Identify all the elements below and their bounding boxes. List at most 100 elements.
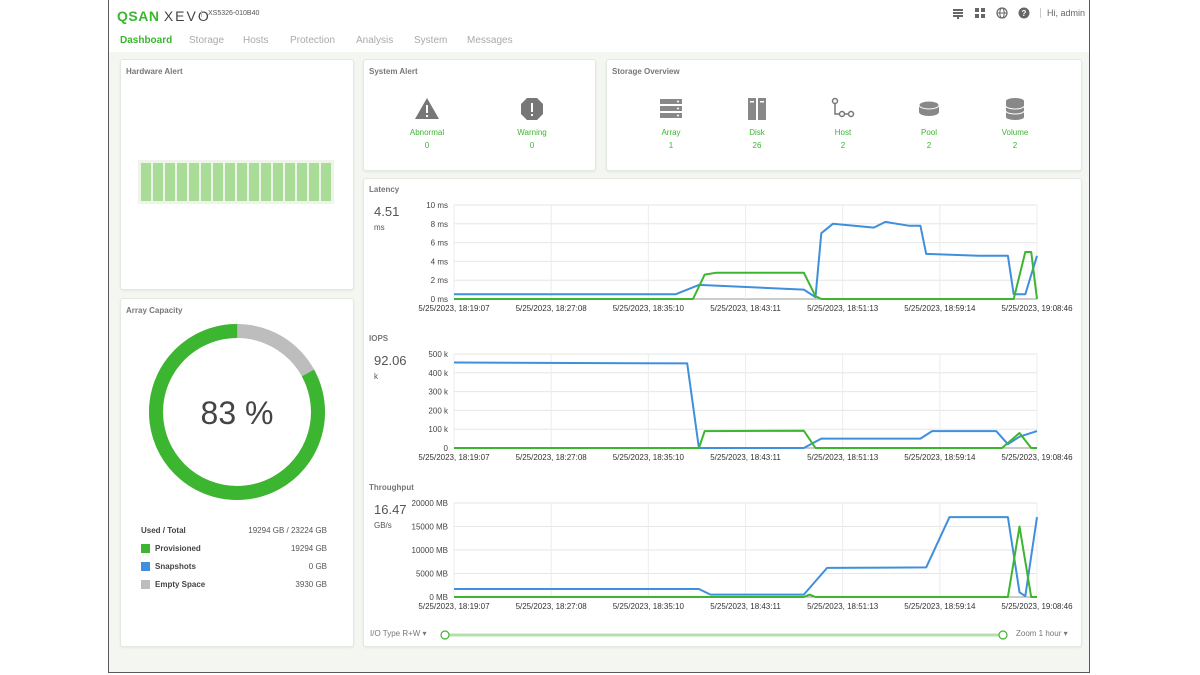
x-tick-label: 5/25/2023, 19:08:46 (1001, 304, 1073, 313)
pool-icon (918, 100, 940, 116)
alert-abnormal[interactable]: Abnormal 0 (387, 96, 467, 150)
storage-overview-title: Storage Overview (612, 67, 680, 76)
y-tick-label: 400 k (428, 369, 449, 378)
overview-label: Disk (749, 128, 765, 137)
legend-swatch (141, 580, 150, 589)
hardware-slot[interactable] (321, 163, 331, 201)
x-tick-label: 5/25/2023, 18:27:08 (516, 602, 588, 611)
hardware-slot[interactable] (237, 163, 247, 201)
legend-empty-space: Empty Space 3930 GB (141, 580, 327, 589)
legend-name: Empty Space (155, 580, 206, 589)
zoom-label: Zoom 1 hour (1016, 629, 1062, 638)
overview-count: 2 (926, 141, 932, 150)
x-tick-label: 5/25/2023, 18:43:11 (710, 602, 781, 611)
hardware-slot[interactable] (141, 163, 151, 201)
tab-protection[interactable]: Protection (290, 35, 335, 46)
model-label: XS5326-010B40 (201, 10, 259, 17)
hardware-alert-title: Hardware Alert (126, 67, 183, 76)
overview-count: 2 (840, 141, 846, 150)
x-tick-label: 5/25/2023, 18:27:08 (516, 453, 588, 462)
latency-chart: 0 ms 2 ms 4 ms 6 ms 8 ms 10 ms 5/25/2023, 18:1… (418, 201, 1073, 313)
tab-hosts[interactable]: Hosts (243, 35, 269, 46)
array-icon (660, 99, 682, 118)
hardware-alert-panel: Hardware Alert (120, 59, 354, 290)
app-window: QSAN XEVO XS5326-010B40 ? Hi, admin Dash… (108, 0, 1090, 673)
legend-snapshots: Snapshots 0 GB (141, 562, 327, 571)
host-icon (831, 97, 855, 118)
y-tick-label: 0 (444, 444, 449, 453)
time-range-slider[interactable] (439, 629, 1009, 641)
y-tick-label: 5000 MB (416, 570, 448, 579)
x-tick-label: 5/25/2023, 18:59:14 (904, 602, 976, 611)
overview-label: Volume (1001, 128, 1029, 137)
hardware-slot[interactable] (165, 163, 175, 201)
tab-system[interactable]: System (414, 35, 447, 46)
legend-value: 3930 GB (295, 580, 327, 589)
hardware-slot[interactable] (249, 163, 259, 201)
legend-swatch (141, 544, 150, 553)
hardware-slot[interactable] (309, 163, 319, 201)
grid-icon[interactable] (974, 7, 986, 19)
y-tick-label: 0 MB (429, 593, 448, 602)
user-greeting[interactable]: Hi, admin (1039, 8, 1085, 18)
slider-handle-start[interactable] (440, 630, 450, 640)
overview-array[interactable]: Array 1 (631, 96, 711, 150)
hardware-slot[interactable] (261, 163, 271, 201)
tab-dashboard[interactable]: Dashboard (120, 35, 172, 46)
hardware-slot[interactable] (285, 163, 295, 201)
x-tick-label: 5/25/2023, 18:19:07 (418, 453, 490, 462)
hardware-slots[interactable] (138, 160, 334, 204)
legend-provisioned: Provisioned 19294 GB (141, 544, 327, 553)
hardware-slot[interactable] (189, 163, 199, 201)
help-icon[interactable]: ? (1018, 7, 1030, 19)
overview-count: 26 (752, 141, 762, 150)
capacity-donut: 83 % (149, 324, 325, 500)
x-tick-label: 5/25/2023, 18:43:11 (710, 304, 781, 313)
chart-controls: I/O Type R+W ▾ Zoom 1 hour ▾ (364, 625, 1080, 645)
alert-count: 0 (424, 141, 430, 150)
zoom-dropdown[interactable]: Zoom 1 hour ▾ (1016, 629, 1068, 638)
overview-count: 2 (1012, 141, 1018, 150)
y-tick-label: 20000 MB (412, 499, 448, 508)
performance-panel: Latency 4.51 ms IOPS 92.06 k Throughput … (363, 178, 1082, 647)
hardware-slot[interactable] (273, 163, 283, 201)
array-capacity-panel: Array Capacity 83 % Used / Total 19294 G… (120, 298, 354, 647)
storage-overview-panel: Storage Overview Array 1 Disk 26 Host 2 … (606, 59, 1082, 171)
hardware-slot[interactable] (201, 163, 211, 201)
svg-text:?: ? (1022, 9, 1027, 18)
hardware-slot[interactable] (177, 163, 187, 201)
network-icon[interactable] (952, 7, 964, 19)
hardware-slot[interactable] (225, 163, 235, 201)
hardware-slot[interactable] (297, 163, 307, 201)
overview-label: Host (834, 128, 852, 137)
hardware-slot[interactable] (213, 163, 223, 201)
slider-handle-end[interactable] (998, 630, 1008, 640)
top-icons: ? Hi, admin (952, 7, 1085, 19)
x-tick-label: 5/25/2023, 18:35:10 (613, 602, 685, 611)
logo: QSAN XEVO (117, 8, 211, 24)
overview-label: Array (661, 128, 681, 137)
capacity-percent: 83 % (201, 395, 274, 431)
hardware-slot[interactable] (153, 163, 163, 201)
alert-warning[interactable]: Warning 0 (492, 96, 572, 150)
y-tick-label: 0 ms (431, 295, 448, 304)
tab-analysis[interactable]: Analysis (356, 35, 393, 46)
y-tick-label: 6 ms (431, 239, 448, 248)
x-tick-label: 5/25/2023, 18:51:13 (807, 453, 879, 462)
overview-host[interactable]: Host 2 (803, 96, 883, 150)
tab-messages[interactable]: Messages (467, 35, 513, 46)
y-tick-label: 300 k (428, 388, 449, 397)
used-total-row: Used / Total 19294 GB / 23224 GB (141, 526, 327, 535)
y-tick-label: 200 k (428, 406, 449, 415)
overview-disk[interactable]: Disk 26 (717, 96, 797, 150)
legend-swatch (141, 562, 150, 571)
x-tick-label: 5/25/2023, 18:59:14 (904, 453, 976, 462)
warning-octagon-icon (521, 98, 543, 120)
volume-icon (1005, 98, 1025, 120)
io-type-dropdown[interactable]: I/O Type R+W ▾ (370, 629, 427, 638)
tab-storage[interactable]: Storage (189, 35, 224, 46)
system-alert-title: System Alert (369, 67, 418, 76)
overview-volume[interactable]: Volume 2 (975, 96, 1055, 150)
overview-pool[interactable]: Pool 2 (889, 96, 969, 150)
globe-icon[interactable] (996, 7, 1008, 19)
